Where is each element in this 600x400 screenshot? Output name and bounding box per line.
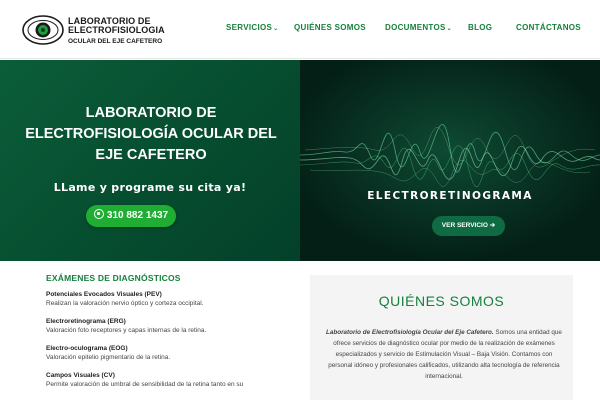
nav-blog[interactable]: BLOG	[468, 23, 492, 32]
exam-description: Valoración foto receptores y capas inter…	[46, 327, 207, 334]
hero-title: LABORATORIO DE ELECTROFISIOLOGÍA OCULAR …	[25, 105, 277, 163]
nav-contactanos-label: CONTÁCTANOS	[516, 23, 581, 32]
exams-heading: EXÁMENES DE DIAGNÓSTICOS	[46, 273, 181, 283]
exam-description: Permite valoración de umbral de sensibil…	[46, 381, 244, 388]
nav-contactanos[interactable]: CONTÁCTANOS	[516, 23, 581, 32]
electroretinograma-label: ELECTRORETINOGRAMA	[367, 190, 533, 202]
exam-item: Electroretinograma (ERG) Valoración foto…	[46, 317, 286, 335]
site-header: LABORATORIO DE ELECTROFISIOLOGIA OCULAR …	[0, 0, 600, 59]
about-lab-name: Laboratorio de Electrofisiología Ocular …	[326, 329, 494, 336]
exam-name: Electro-oculograma (EOG)	[46, 345, 128, 352]
exam-name: Electroretinograma (ERG)	[46, 318, 126, 325]
exam-description: Valoración epitelio pigmentario de la re…	[46, 354, 171, 361]
logo-line-2: ELECTROFISIOLOGIA	[68, 25, 165, 35]
chevron-down-icon: ⌄	[273, 26, 279, 32]
nav-blog-label: BLOG	[468, 23, 493, 32]
about-body: Somos una entidad que ofrece servicios d…	[328, 329, 562, 380]
nav-quienes-somos[interactable]: QUIÉNES SOMOS	[294, 23, 366, 32]
eye-logo-icon	[22, 15, 64, 45]
about-text: Laboratorio de Electrofisiología Ocular …	[324, 327, 564, 382]
exam-description: Realizan la valoración nervio óptico y c…	[46, 300, 204, 307]
logo-line-3: OCULAR DEL EJE CAFETERO	[68, 38, 163, 45]
nav-documentos-label: DOCUMENTOS	[385, 23, 446, 32]
ver-servicio-button[interactable]: VER SERVICIO ➔	[432, 216, 505, 236]
ver-servicio-label: VER SERVICIO	[441, 222, 488, 229]
logo-text: LABORATORIO DE ELECTROFISIOLOGIA OCULAR …	[68, 17, 165, 46]
phone-number: 310 882 1437	[106, 210, 169, 221]
site-logo[interactable]: LABORATORIO DE ELECTROFISIOLOGIA OCULAR …	[21, 14, 165, 46]
chevron-down-icon: ⌄	[446, 26, 452, 32]
exam-name: Campos Visuales (CV)	[46, 372, 115, 379]
hero-subtitle: LLame y programe su cita ya!	[53, 181, 247, 194]
arrow-right-icon: ➔	[489, 222, 496, 229]
exam-item: Campos Visuales (CV) Permite valoración …	[46, 371, 286, 389]
nav-documentos[interactable]: DOCUMENTOS⌄	[385, 23, 452, 32]
nav-quienes-somos-label: QUIÉNES SOMOS	[294, 23, 366, 32]
about-panel: QUIÉNES SOMOS Laboratorio de Electrofisi…	[310, 275, 573, 400]
exams-section: EXÁMENES DE DIAGNÓSTICOS Potenciales Evo…	[46, 273, 286, 398]
whatsapp-icon	[93, 209, 104, 219]
exam-item: Electro-oculograma (EOG) Valoración epit…	[46, 344, 286, 362]
exam-name: Potenciales Evocados Visuales (PEV)	[46, 291, 162, 298]
about-title: QUIÉNES SOMOS	[378, 293, 505, 309]
nav-servicios[interactable]: SERVICIOS⌄	[226, 23, 278, 32]
exam-item: Potenciales Evocados Visuales (PEV) Real…	[46, 290, 286, 308]
hero-right-panel: ELECTRORETINOGRAMA VER SERVICIO ➔	[300, 60, 600, 261]
hero-left-panel: LABORATORIO DE ELECTROFISIOLOGÍA OCULAR …	[0, 60, 300, 261]
phone-call-button[interactable]: 310 882 1437	[86, 205, 176, 227]
nav-servicios-label: SERVICIOS	[226, 23, 273, 32]
